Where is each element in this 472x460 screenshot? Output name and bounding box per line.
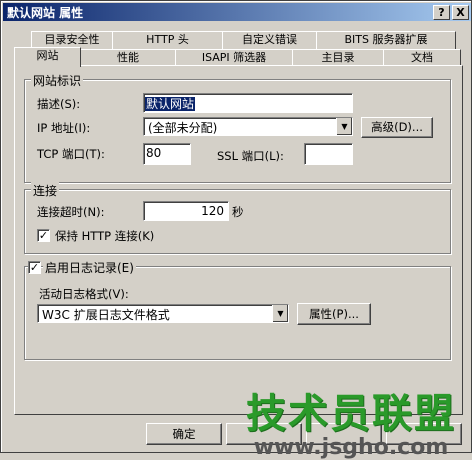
connection-group: 连接 连接超时(N): 120 秒 ✓ 保持 HTTP 连接(K) [24,182,451,254]
tcp-port-value: 80 [146,146,162,160]
website-id-group: 网站标识 描述(S): 默认网站 IP 地址(I): (全部未分配) ▼ 高级(… [24,72,451,183]
watermark-url: www.jsgho.com [253,435,449,460]
tcp-port-input[interactable]: 80 [143,143,191,165]
keepalive-label: 保持 HTTP 连接(K) [55,229,155,243]
chevron-down-icon[interactable]: ▼ [336,118,352,135]
ip-address-value: (全部未分配) [148,121,218,135]
tcp-port-label: TCP 端口(T): [37,147,105,161]
description-label: 描述(S): [37,97,81,111]
keepalive-checkbox[interactable]: ✓ [37,229,50,242]
timeout-input[interactable]: 120 [143,201,229,221]
log-format-label: 活动日志格式(V): [39,287,129,301]
timeout-unit: 秒 [232,205,244,219]
website-id-legend: 网站标识 [31,72,84,89]
ip-address-select[interactable]: (全部未分配) ▼ [143,117,353,136]
description-input[interactable]: 默认网站 [143,93,353,113]
log-properties-button[interactable]: 属性(P)... [297,303,371,325]
description-value: 默认网站 [145,97,196,111]
connection-legend: 连接 [31,182,60,199]
ip-address-label: IP 地址(I): [37,121,91,135]
ssl-port-label: SSL 端口(L): [217,149,284,163]
ssl-port-input[interactable] [304,143,353,165]
advanced-button[interactable]: 高级(D)... [361,117,433,138]
timeout-value: 120 [201,204,224,218]
help-button[interactable]: ? [433,5,450,20]
tab-panel-website: 网站标识 描述(S): 默认网站 IP 地址(I): (全部未分配) ▼ 高级(… [14,65,463,415]
close-button[interactable]: X [452,5,469,20]
tab-custom-errors[interactable]: 自定义错误 [222,31,317,49]
log-format-value: W3C 扩展日志文件格式 [42,308,170,322]
ok-button[interactable]: 确定 [146,423,222,445]
logging-group: ✓ 启用日志记录(E) 活动日志格式(V): W3C 扩展日志文件格式 ▼ 属性… [24,259,451,360]
timeout-label: 连接超时(N): [37,205,105,219]
watermark-text: 技术员联盟 [246,391,456,437]
enable-logging-checkbox[interactable]: ✓ [28,261,41,274]
watermark: 技术员联盟 www.jsgho.com [246,381,456,460]
tab-http-headers[interactable]: HTTP 头 [112,31,223,49]
log-format-select[interactable]: W3C 扩展日志文件格式 ▼ [37,304,289,323]
tab-website[interactable]: 网站 [14,47,81,67]
properties-dialog: 默认网站 属性 ? X 目录安全性 HTTP 头 自定义错误 BITS 服务器扩… [0,0,472,460]
window-title: 默认网站 属性 [7,6,84,20]
chevron-down-icon[interactable]: ▼ [272,305,288,322]
tab-bits-server-extensions[interactable]: BITS 服务器扩展 [316,31,456,49]
title-bar: 默认网站 属性 ? X [3,3,471,21]
enable-logging-label: 启用日志记录(E) [43,259,136,276]
